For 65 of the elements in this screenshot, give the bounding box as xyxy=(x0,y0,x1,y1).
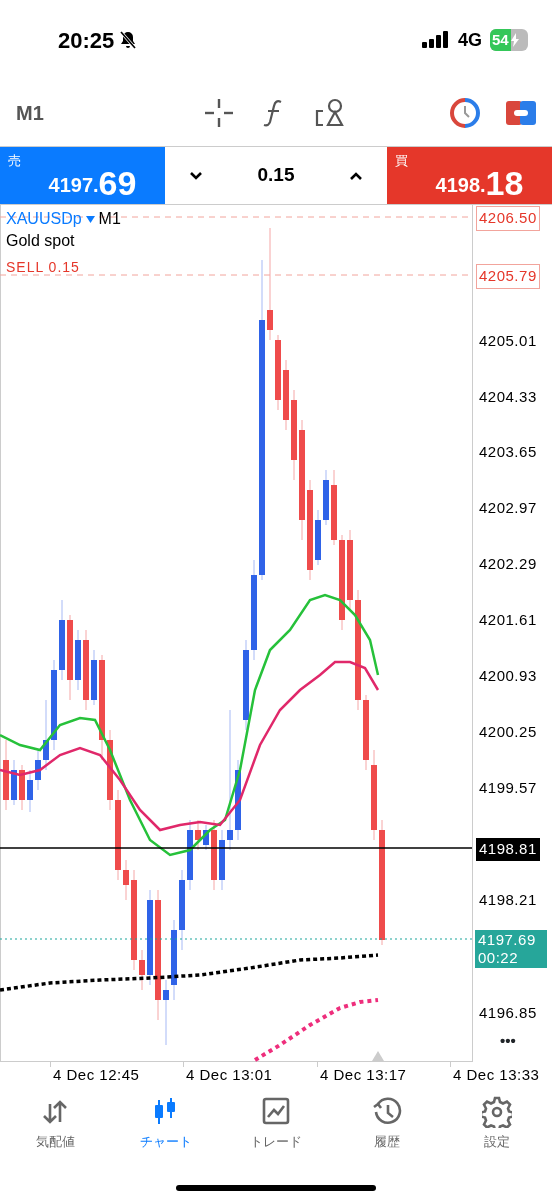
order-price-label: 4206.50 xyxy=(476,206,540,231)
candlestick xyxy=(123,859,129,901)
symbol-description: Gold spot xyxy=(6,231,75,251)
signal-icon xyxy=(422,31,450,49)
buy-button[interactable]: 買 4198.18 xyxy=(387,147,552,204)
candlestick xyxy=(11,759,17,806)
candlestick xyxy=(27,769,33,813)
candlestick xyxy=(3,739,9,811)
last-price-label: 4198.81 xyxy=(476,838,540,861)
volume-value[interactable]: 0.15 xyxy=(257,161,295,190)
time-axis-label: 4 Dec 13:01 xyxy=(186,1065,273,1085)
more-button[interactable]: ••• xyxy=(500,1030,516,1053)
tab-button[interactable]: 設定 xyxy=(442,1088,552,1168)
tab-button[interactable]: 履歴 xyxy=(331,1088,442,1168)
network-label: 4G xyxy=(458,28,482,52)
candlestick xyxy=(283,359,289,431)
candlestick xyxy=(35,749,41,791)
candlestick xyxy=(187,819,193,891)
clock-time: 20:25 xyxy=(58,26,115,55)
axis-label: 4198.21 xyxy=(479,890,537,910)
axis-label: 4204.33 xyxy=(479,387,537,407)
crosshair-icon[interactable] xyxy=(205,99,233,127)
candlestick xyxy=(219,829,225,891)
sell-button[interactable]: 売 4197.69 xyxy=(0,147,165,204)
order-price-label: 4205.79 xyxy=(476,264,540,289)
axis-label: 4199.57 xyxy=(479,778,537,798)
tab-button[interactable]: チャート xyxy=(110,1088,221,1168)
candlestick xyxy=(43,699,49,771)
axis-label: 4202.29 xyxy=(479,554,537,574)
timeframe-button[interactable]: M1 xyxy=(16,98,44,128)
caret-icon[interactable] xyxy=(85,215,95,223)
axis-label: 4205.01 xyxy=(479,331,537,351)
bid-price-label: 4197.69 00:22 xyxy=(475,930,547,968)
settings-icon xyxy=(482,1096,512,1128)
candlestick xyxy=(75,629,81,691)
position-label: SELL 0.15 xyxy=(6,258,80,277)
chevron-down-icon[interactable] xyxy=(189,170,203,181)
candlestick xyxy=(91,649,97,706)
chevron-up-icon[interactable] xyxy=(349,170,363,181)
one-click-trading-icon[interactable] xyxy=(450,98,480,128)
candlestick xyxy=(211,819,217,891)
shapes-icon[interactable] xyxy=(315,98,345,128)
time-axis-label: 4 Dec 13:17 xyxy=(320,1065,407,1085)
battery-indicator: 54 xyxy=(490,29,528,51)
time-axis-label: 4 Dec 13:33 xyxy=(453,1065,540,1085)
trade-panel-icon[interactable] xyxy=(506,101,536,125)
axis-label: 4200.25 xyxy=(479,722,537,742)
candlestick xyxy=(139,949,145,991)
candlestick xyxy=(323,469,329,526)
candlestick xyxy=(203,824,209,851)
candlestick xyxy=(19,764,25,811)
bell-muted-icon xyxy=(118,30,139,50)
axis-label: 4202.97 xyxy=(479,498,537,518)
symbol-link[interactable]: XAUUSDp xyxy=(6,207,82,231)
tab-button[interactable]: トレード xyxy=(221,1088,331,1168)
axis-label: 4203.65 xyxy=(479,442,537,462)
axis-label: 4196.85 xyxy=(479,1003,537,1023)
time-axis-label: 4 Dec 12:45 xyxy=(53,1065,140,1085)
candlestick xyxy=(315,509,321,566)
axis-label: 4200.93 xyxy=(479,666,537,686)
tab-button[interactable]: 気配値 xyxy=(0,1088,110,1168)
candlestick xyxy=(163,979,169,1046)
timeframe-label: M1 xyxy=(98,209,121,229)
candlestick xyxy=(195,819,201,851)
axis-label: 4201.61 xyxy=(479,610,537,630)
